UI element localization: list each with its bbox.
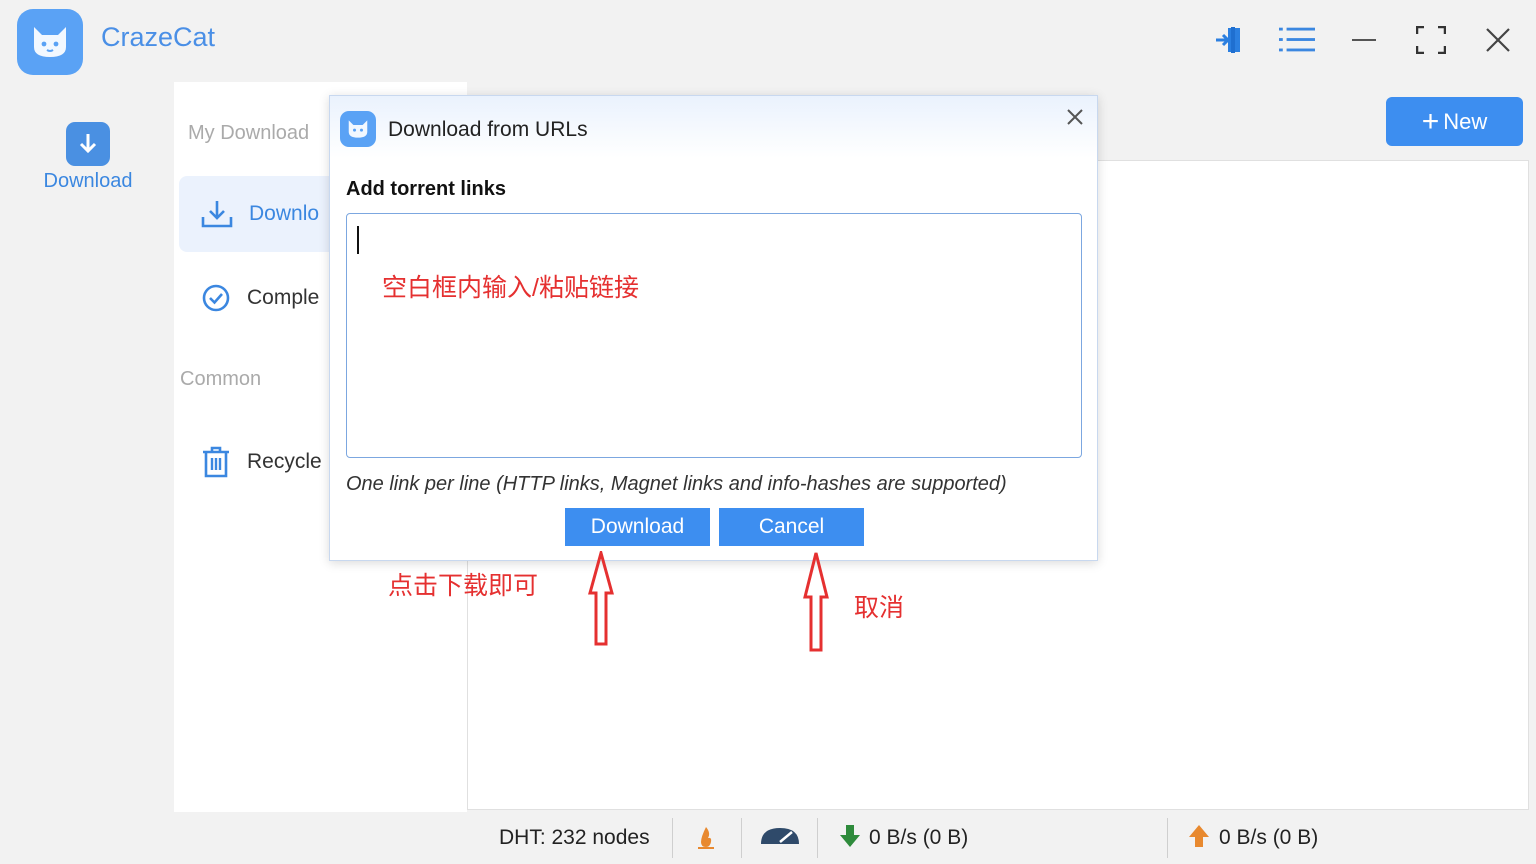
new-button[interactable]: + New [1386, 97, 1523, 146]
divider [1167, 818, 1168, 858]
plus-icon: + [1421, 104, 1440, 138]
app-logo [17, 9, 83, 75]
sidebar-item-label: Comple [247, 286, 320, 309]
dht-status: DHT: 232 nodes [499, 826, 650, 849]
annotation-arrow-download [588, 551, 614, 646]
cat-logo-icon [34, 27, 66, 57]
cat-logo-icon [348, 120, 368, 138]
divider [672, 818, 673, 858]
maximize-icon[interactable] [1413, 22, 1449, 58]
download-icon [201, 201, 233, 228]
divider [741, 818, 742, 858]
sidebar-item-label: Downlo [249, 202, 320, 225]
upload-speed-icon [1189, 825, 1209, 847]
download-box-icon [66, 122, 110, 166]
annotation-textarea-note: 空白框内输入/粘贴链接 [382, 274, 639, 302]
annotation-arrow-cancel [803, 552, 829, 652]
dialog-header: Download from URLs [330, 96, 1097, 158]
download-from-urls-dialog: Download from URLs Add torrent links One… [329, 95, 1098, 561]
divider [817, 818, 818, 858]
sidebar-item-label: Recycle [247, 450, 322, 473]
check-circle-icon [202, 284, 230, 312]
left-rail: Download [0, 82, 174, 822]
close-icon[interactable] [1480, 22, 1516, 58]
add-torrent-links-label: Add torrent links [346, 178, 507, 200]
common-heading: Common [180, 368, 262, 390]
rail-download-label: Download [43, 170, 133, 192]
torrent-links-textarea[interactable] [346, 213, 1082, 458]
flame-icon[interactable] [696, 824, 716, 850]
sign-in-icon[interactable] [1212, 22, 1248, 58]
minimize-icon[interactable] [1346, 22, 1382, 58]
download-button[interactable]: Download [565, 508, 710, 546]
title-bar: CrazeCat [0, 0, 1536, 82]
trash-icon [203, 446, 229, 478]
download-speed: 0 B/s (0 B) [869, 826, 969, 849]
speedometer-icon[interactable] [759, 824, 801, 848]
dialog-app-icon [340, 111, 376, 147]
links-hint-text: One link per line (HTTP links, Magnet li… [346, 473, 1007, 495]
app-title: CrazeCat [101, 22, 216, 52]
rail-download-button[interactable]: Download [30, 122, 146, 193]
upload-speed: 0 B/s (0 B) [1219, 826, 1319, 849]
annotation-download-note: 点击下载即可 [388, 572, 539, 600]
my-downloads-heading: My Download [188, 122, 310, 144]
dialog-title: Download from URLs [388, 118, 588, 141]
status-bar: DHT: 232 nodes 0 B/s (0 B) 0 B/s (0 B) [0, 812, 1536, 864]
text-caret [357, 226, 359, 254]
download-speed-icon [840, 825, 860, 847]
dialog-close-icon[interactable] [1063, 105, 1087, 129]
new-button-label: New [1443, 108, 1488, 134]
cancel-button[interactable]: Cancel [719, 508, 864, 546]
menu-list-icon[interactable] [1279, 22, 1315, 58]
annotation-cancel-note: 取消 [854, 594, 905, 622]
